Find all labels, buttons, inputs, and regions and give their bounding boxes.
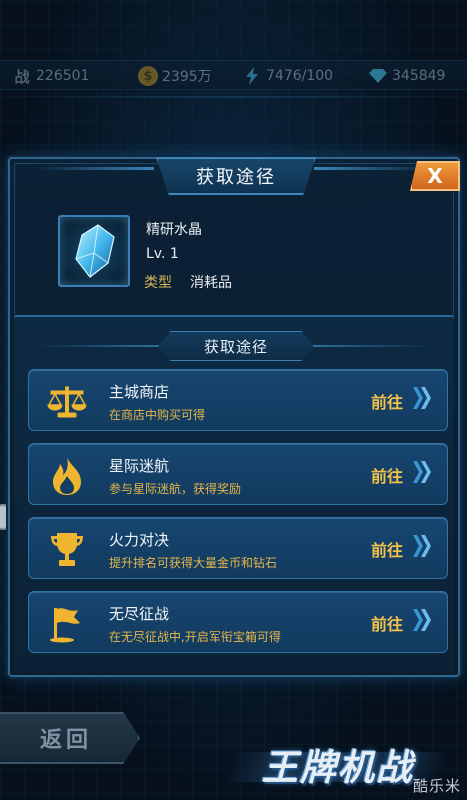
acquisition-dialog: 获取途径 X 精研水晶 Lv. 1 类型 消耗品 获取途径 主城商店 在商店中购… <box>8 157 460 677</box>
diamond-icon <box>368 66 388 86</box>
diamond-value: 345849 <box>392 68 446 84</box>
power-value: 226501 <box>36 68 90 84</box>
double-chevron-right-icon <box>413 609 431 631</box>
top-divider <box>0 96 467 98</box>
source-desc: 在商店中购买可得 <box>109 408 206 422</box>
source-title: 火力对决 <box>109 531 170 549</box>
double-chevron-right-icon <box>413 461 431 483</box>
go-button[interactable]: 前往 <box>371 463 403 487</box>
source-firepower-duel[interactable]: 火力对决 提升排名可获得大量金币和钻石 前往 <box>28 517 448 579</box>
panel-title: 获取途径 <box>158 331 314 361</box>
energy-stat: 7476/100 <box>242 61 333 91</box>
source-main-city-shop[interactable]: 主城商店 在商店中购买可得 前往 <box>28 369 448 431</box>
close-button[interactable]: X <box>410 161 460 191</box>
source-title: 无尽征战 <box>109 605 170 623</box>
source-endless-campaign[interactable]: 无尽征战 在无尽征战中,开启军衔宝箱可得 前往 <box>28 591 448 653</box>
source-desc: 在无尽征战中,开启军衔宝箱可得 <box>109 630 281 644</box>
game-logo-text: 王牌机战 <box>261 747 414 789</box>
sources-panel: 获取途径 主城商店 在商店中购买可得 前往 星际迷航 参与星际迷航，获得奖励 前… <box>14 315 454 673</box>
go-button[interactable]: 前往 <box>371 611 403 635</box>
item-name: 精研水晶 <box>146 222 202 238</box>
panel-title-text: 获取途径 <box>203 337 268 356</box>
source-desc: 参与星际迷航，获得奖励 <box>109 482 242 496</box>
gold-value: 2395万 <box>162 69 212 85</box>
source-desc: 提升排名可获得大量金币和钻石 <box>109 556 278 570</box>
game-logo: 王牌机战 <box>238 738 438 792</box>
item-level: Lv. 1 <box>146 246 179 262</box>
source-title: 主城商店 <box>109 383 170 401</box>
watermark: 酷乐米 <box>412 777 461 795</box>
panel-title-line-left <box>38 345 158 347</box>
item-type-label: 类型 <box>144 275 172 291</box>
double-chevron-right-icon <box>413 387 431 409</box>
diamond-stat: 345849 <box>368 61 445 91</box>
flag-icon <box>47 604 87 644</box>
dialog-title: 获取途径 <box>156 157 316 195</box>
go-button[interactable]: 前往 <box>371 389 403 413</box>
title-decoration-left <box>34 167 154 170</box>
trophy-icon <box>47 530 87 570</box>
item-type-value: 消耗品 <box>190 275 232 291</box>
close-icon: X <box>427 164 443 188</box>
crystal-icon <box>58 215 130 287</box>
back-button[interactable]: 返回 <box>0 712 140 764</box>
power-stat: 战 226501 <box>12 61 89 91</box>
dialog-title-text: 获取途径 <box>196 167 276 188</box>
lightning-icon <box>242 66 262 86</box>
flame-icon <box>47 456 87 496</box>
energy-value: 7476/100 <box>266 68 334 84</box>
scales-icon <box>47 382 87 422</box>
source-title: 星际迷航 <box>109 457 170 475</box>
panel-title-line-right <box>310 345 430 347</box>
resource-bar: 战 226501 $ 2395万 7476/100 345849 <box>0 60 467 90</box>
back-button-label: 返回 <box>40 728 93 753</box>
gold-coin-icon: $ <box>138 66 158 86</box>
gold-stat: $ 2395万 <box>138 61 212 91</box>
go-button[interactable]: 前往 <box>371 537 403 561</box>
double-chevron-right-icon <box>413 535 431 557</box>
power-icon: 战 <box>14 67 30 86</box>
source-star-trek[interactable]: 星际迷航 参与星际迷航，获得奖励 前往 <box>28 443 448 505</box>
